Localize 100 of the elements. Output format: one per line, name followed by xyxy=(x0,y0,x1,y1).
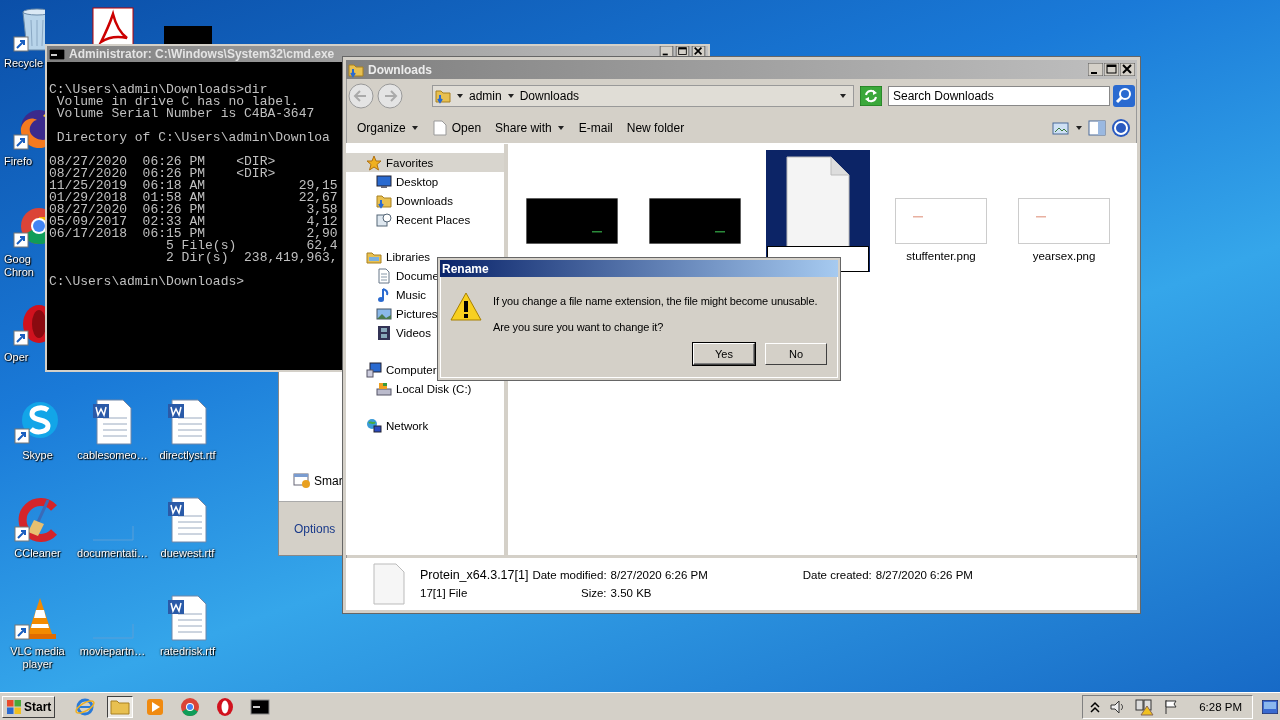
close-button[interactable] xyxy=(1120,63,1135,76)
icon-label: Goog Chron xyxy=(4,253,35,279)
file-name: Protein_x64.3.17[1] xyxy=(420,568,529,582)
icon-label: ratedrisk.rtf xyxy=(159,645,216,658)
console-line: 2 Dir(s) 238,419,963, xyxy=(165,252,338,264)
minimize-button[interactable] xyxy=(1088,63,1103,76)
nav-item[interactable]: Network xyxy=(346,416,504,435)
icon-label: moviepartn… xyxy=(78,645,147,658)
search-field[interactable]: Search Downloads xyxy=(888,86,1110,106)
dialog-button[interactable]: No xyxy=(765,343,827,365)
console-line: 08/27/2020 06:26 PM <DIR> xyxy=(49,168,276,180)
document-icon xyxy=(376,267,392,284)
toolbar-button[interactable]: Organize xyxy=(352,118,424,138)
breadcrumb-item[interactable]: admin xyxy=(469,89,502,103)
icon-label: Firefo xyxy=(4,155,34,168)
help-button[interactable] xyxy=(1111,118,1131,138)
show-desktop-button[interactable] xyxy=(1262,699,1278,714)
clock[interactable]: 6:28 PM xyxy=(1199,700,1242,713)
opera-icon xyxy=(215,696,236,717)
shield-window-icon xyxy=(293,473,311,489)
blank-file-icon xyxy=(372,563,406,605)
console-line: 01/29/2018 01:58 AM 22,67 xyxy=(49,192,338,204)
maximize-button[interactable] xyxy=(1104,63,1119,76)
hard-drive-icon xyxy=(376,380,392,397)
options-link[interactable]: Options xyxy=(294,521,336,536)
nav-item[interactable]: Recent Places xyxy=(346,210,504,229)
view-options-button[interactable] xyxy=(1051,120,1071,136)
document-icon xyxy=(432,120,447,136)
nav-item[interactable]: Desktop xyxy=(346,172,504,191)
field-value: 8/27/2020 6:26 PM xyxy=(610,569,708,581)
flag-icon[interactable] xyxy=(1163,698,1180,715)
icon-label: documentati… xyxy=(76,547,149,560)
toolbar-button[interactable]: New folder xyxy=(621,118,690,138)
toolbar-button[interactable]: E-mail xyxy=(573,118,618,138)
console-icon xyxy=(49,48,65,60)
address-bar[interactable]: admin Downloads xyxy=(432,85,854,107)
field-label: Date created: xyxy=(801,569,872,581)
console-line: 08/27/2020 06:26 PM <DIR> xyxy=(49,156,276,168)
icon-label: Oper xyxy=(4,351,30,364)
console-icon xyxy=(250,696,271,717)
chevron-up-icon[interactable] xyxy=(1089,699,1102,714)
blank-file-icon xyxy=(785,156,851,248)
icon-label: Skype xyxy=(21,449,54,462)
console-line: 11/25/2019 06:18 AM 29,15 xyxy=(49,180,338,192)
breadcrumb-item[interactable]: Downloads xyxy=(519,89,580,103)
network-globe-icon xyxy=(366,417,382,434)
item-label[interactable]: Smar xyxy=(314,474,343,488)
dialog-button[interactable]: Yes xyxy=(693,343,755,365)
folder-icon xyxy=(435,88,451,104)
console-line: C:\Users\admin\Downloads> xyxy=(49,276,245,288)
window-title: Administrator: C:\Windows\System32\cmd.exe xyxy=(69,47,335,61)
field-value: 3.50 KB xyxy=(610,587,653,599)
star-icon xyxy=(366,154,382,171)
toolbar-button[interactable]: Open xyxy=(427,117,487,139)
console-line: Directory of C:\Users\admin\Downloa xyxy=(55,132,330,144)
minimize-button[interactable] xyxy=(659,46,674,57)
selected-file[interactable] xyxy=(766,150,870,272)
console-line: 06/17/2018 06:15 PM 2,90 xyxy=(49,228,338,240)
console-line: Volume in drive C has no label. xyxy=(55,96,299,108)
console-line: 08/27/2020 06:26 PM 3,58 xyxy=(49,204,338,216)
dialog-title: Rename xyxy=(442,261,489,276)
nav-item[interactable]: Downloads xyxy=(346,191,504,210)
close-button[interactable] xyxy=(691,46,706,57)
windows-logo-icon xyxy=(6,698,22,715)
icon-label: CCleaner xyxy=(13,547,62,560)
field-label: Date modified: xyxy=(532,569,607,581)
folder-icon xyxy=(348,61,364,78)
console-line: 05/09/2017 02:33 AM 4,12 xyxy=(49,216,338,228)
console-line: 5 File(s) 62,4 xyxy=(165,240,338,252)
icon-label: directlyst.rtf xyxy=(158,449,217,462)
start-button[interactable]: Start xyxy=(2,695,56,718)
icon-label: Recycle xyxy=(4,57,44,70)
icon-label: VLC media player xyxy=(9,645,66,671)
picture-icon xyxy=(376,305,392,322)
recent-places-icon xyxy=(376,211,392,228)
media-player-icon xyxy=(145,696,166,717)
field-label: Size: xyxy=(580,587,607,599)
computer-icon xyxy=(366,361,382,378)
icon-label: duewest.rtf xyxy=(159,547,216,560)
refresh-button[interactable] xyxy=(860,86,882,106)
search-button[interactable] xyxy=(1113,85,1135,107)
recycle-bin-icon xyxy=(13,6,45,54)
warning-icon xyxy=(450,292,482,322)
console-line: C:\Users\admin\Downloads>dir xyxy=(49,84,268,96)
film-strip-icon xyxy=(376,324,392,341)
console-line: Volume Serial Number is C4BA-3647 xyxy=(55,108,315,120)
nav-item[interactable]: Local Disk (C:) xyxy=(346,379,504,398)
network-warning-icon[interactable] xyxy=(1135,697,1156,716)
taskbar-button[interactable] xyxy=(107,695,134,718)
window-title: Downloads xyxy=(368,62,432,77)
toolbar-button[interactable]: Share with xyxy=(490,118,570,138)
file-type: 17[1] File xyxy=(420,587,469,599)
icon-label: cablesomeo… xyxy=(76,449,149,462)
chrome-icon xyxy=(180,696,201,717)
maximize-button[interactable] xyxy=(675,46,690,57)
folder-icon xyxy=(376,192,392,209)
internet-explorer-icon xyxy=(75,696,96,717)
nav-item[interactable]: Favorites xyxy=(346,153,504,172)
monitor-icon xyxy=(376,173,392,190)
field-value: 8/27/2020 6:26 PM xyxy=(875,569,973,581)
